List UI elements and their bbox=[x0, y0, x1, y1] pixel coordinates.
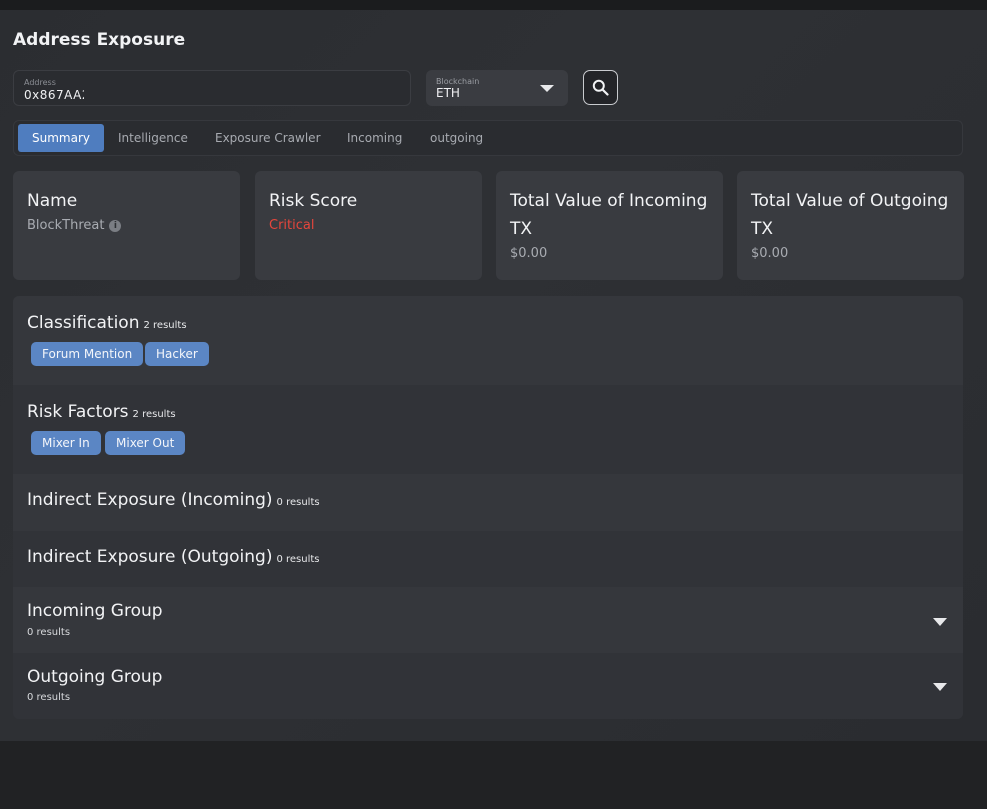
name-card: Name BlockThreat i bbox=[13, 171, 240, 280]
tag-mixer-out[interactable]: Mixer Out bbox=[105, 431, 186, 455]
blockchain-select-value: ETH bbox=[436, 86, 460, 100]
name-card-value-row: BlockThreat i bbox=[27, 218, 122, 233]
search-icon bbox=[592, 79, 609, 96]
search-button[interactable] bbox=[583, 70, 618, 105]
address-exposure-panel: Address Exposure Address Blockchain ETH … bbox=[0, 10, 987, 741]
risk-factors-title-row: Risk Factors 2 results bbox=[27, 402, 176, 422]
name-card-title: Name bbox=[27, 191, 78, 211]
risk-score-card: Risk Score Critical bbox=[255, 171, 482, 280]
tag-hacker[interactable]: Hacker bbox=[145, 342, 209, 366]
chevron-down-icon[interactable] bbox=[933, 618, 947, 626]
blockchain-select[interactable]: Blockchain ETH bbox=[426, 70, 568, 106]
tab-summary[interactable]: Summary bbox=[18, 124, 104, 152]
tag-mixer-in[interactable]: Mixer In bbox=[31, 431, 101, 455]
outgoing-group-section[interactable]: Outgoing Group 0 results bbox=[13, 653, 963, 719]
tab-outgoing[interactable]: outgoing bbox=[416, 124, 497, 152]
risk-factors-count: 2 results bbox=[132, 409, 176, 420]
risk-factors-title: Risk Factors bbox=[27, 402, 129, 422]
address-field[interactable]: Address bbox=[13, 70, 411, 106]
tab-bar: Summary Intelligence Exposure Crawler In… bbox=[13, 120, 963, 156]
indirect-incoming-title-row: Indirect Exposure (Incoming) 0 results bbox=[27, 490, 320, 510]
classification-title-row: Classification 2 results bbox=[27, 313, 187, 333]
classification-count: 2 results bbox=[143, 320, 187, 331]
risk-score-value: Critical bbox=[269, 218, 315, 233]
incoming-group-title: Incoming Group bbox=[27, 601, 163, 621]
indirect-incoming-section: Indirect Exposure (Incoming) 0 results bbox=[13, 474, 963, 531]
indirect-incoming-title: Indirect Exposure (Incoming) bbox=[27, 490, 273, 510]
address-input[interactable] bbox=[24, 87, 84, 103]
indirect-outgoing-title: Indirect Exposure (Outgoing) bbox=[27, 547, 273, 567]
tab-incoming[interactable]: Incoming bbox=[333, 124, 416, 152]
outgoing-group-title: Outgoing Group bbox=[27, 667, 163, 687]
tab-exposure-crawler[interactable]: Exposure Crawler bbox=[201, 124, 335, 152]
classification-section: Classification 2 results Forum Mention Ha… bbox=[13, 296, 963, 385]
info-icon[interactable]: i bbox=[109, 219, 122, 232]
chevron-down-icon[interactable] bbox=[933, 683, 947, 691]
outgoing-value-card: Total Value of Outgoing TX $0.00 bbox=[737, 171, 964, 280]
top-bar bbox=[0, 0, 987, 10]
indirect-outgoing-section: Indirect Exposure (Outgoing) 0 results bbox=[13, 531, 963, 587]
page-title: Address Exposure bbox=[13, 30, 186, 50]
classification-title: Classification bbox=[27, 313, 140, 333]
incoming-value: $0.00 bbox=[510, 246, 548, 261]
tag-forum-mention[interactable]: Forum Mention bbox=[31, 342, 144, 366]
outgoing-group-count: 0 results bbox=[27, 692, 71, 703]
incoming-value-title: Total Value of Incoming TX bbox=[510, 191, 708, 239]
name-value: BlockThreat bbox=[27, 218, 105, 233]
chevron-down-icon bbox=[540, 85, 554, 92]
indirect-incoming-count: 0 results bbox=[276, 497, 320, 508]
tab-intelligence[interactable]: Intelligence bbox=[104, 124, 202, 152]
risk-score-title: Risk Score bbox=[269, 191, 358, 211]
blockchain-select-label: Blockchain bbox=[436, 77, 480, 86]
incoming-group-count: 0 results bbox=[27, 627, 71, 638]
address-field-label: Address bbox=[24, 78, 56, 87]
indirect-outgoing-count: 0 results bbox=[276, 554, 320, 565]
indirect-outgoing-title-row: Indirect Exposure (Outgoing) 0 results bbox=[27, 547, 320, 567]
risk-factors-section: Risk Factors 2 results Mixer In Mixer Out bbox=[13, 385, 963, 474]
exposure-sections: Classification 2 results Forum Mention Ha… bbox=[13, 296, 963, 719]
outgoing-value: $0.00 bbox=[751, 246, 789, 261]
incoming-value-card: Total Value of Incoming TX $0.00 bbox=[496, 171, 723, 280]
incoming-group-section[interactable]: Incoming Group 0 results bbox=[13, 587, 963, 653]
outgoing-value-title: Total Value of Outgoing TX bbox=[751, 191, 949, 239]
